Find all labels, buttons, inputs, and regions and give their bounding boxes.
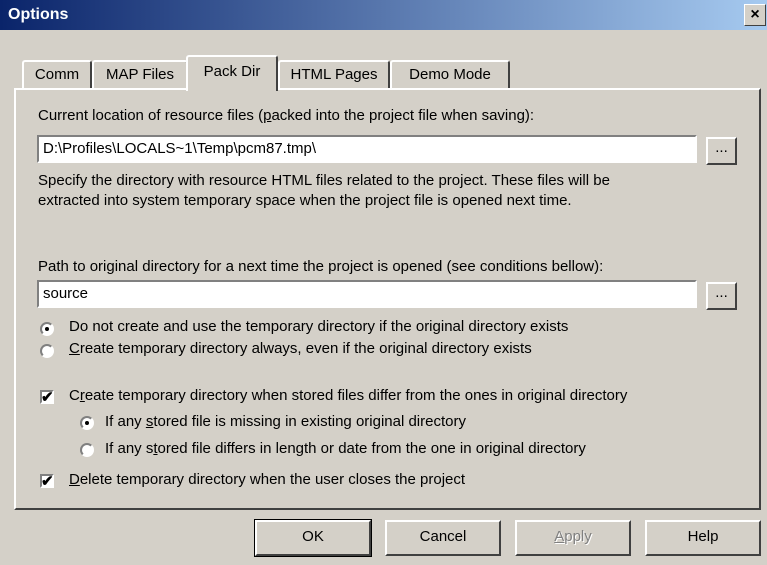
tab-pack-dir[interactable]: Pack Dir [186,55,278,91]
radio-always-create[interactable] [40,344,54,358]
tab-label: Comm [34,66,80,83]
tab-label: Pack Dir [203,63,261,80]
resource-browse-button[interactable]: ... [706,137,737,165]
help-button[interactable]: Help [645,520,761,556]
tab-html-pages[interactable]: HTML Pages [278,60,390,90]
resource-location-label: Current location of resource files (pack… [38,107,535,124]
resource-location-input[interactable]: D:\Profiles\LOCALS~1\Temp\pcm87.tmp\ [37,135,697,163]
tab-comm[interactable]: Comm [22,60,92,90]
checkbox-create-when-differ[interactable]: ✔ [40,389,54,406]
ok-button[interactable]: OK [254,519,372,557]
resource-description-line1: Specify the directory with resource HTML… [38,172,610,189]
radio-file-differs-label[interactable]: If any stored file differs in length or … [105,440,586,457]
radio-dot [85,421,89,425]
window-title: Options [8,6,69,23]
check-icon: ✔ [41,389,54,406]
checkbox-delete-temp-label[interactable]: Delete temporary directory when the user… [69,471,465,488]
original-path-input[interactable]: source [37,280,697,308]
tab-label: MAP Files [105,66,175,83]
radio-file-missing-label[interactable]: If any stored file is missing in existin… [105,413,466,430]
tab-label: HTML Pages [290,66,378,83]
radio-file-missing[interactable] [80,416,94,430]
title-bar: Options × [0,0,767,30]
checkbox-create-when-differ-label[interactable]: Create temporary directory when stored f… [69,387,627,404]
original-path-label: Path to original directory for a next ti… [38,258,604,275]
tab-demo-mode[interactable]: Demo Mode [390,60,510,90]
radio-no-create-label[interactable]: Do not create and use the temporary dire… [69,318,568,335]
close-icon: × [750,6,760,23]
original-browse-button[interactable]: ... [706,282,737,310]
cancel-button[interactable]: Cancel [385,520,501,556]
close-button[interactable]: × [744,4,766,26]
apply-button[interactable]: Apply [515,520,631,556]
check-icon: ✔ [41,473,54,490]
radio-file-differs[interactable] [80,443,94,457]
radio-dot [45,327,49,331]
resource-description-line2: extracted into system temporary space wh… [38,192,572,209]
radio-no-create[interactable] [40,322,54,336]
tab-map-files[interactable]: MAP Files [92,60,188,90]
radio-always-create-label[interactable]: Create temporary directory always, even … [69,340,532,357]
tab-label: Demo Mode [409,66,491,83]
checkbox-delete-temp[interactable]: ✔ [40,473,54,490]
